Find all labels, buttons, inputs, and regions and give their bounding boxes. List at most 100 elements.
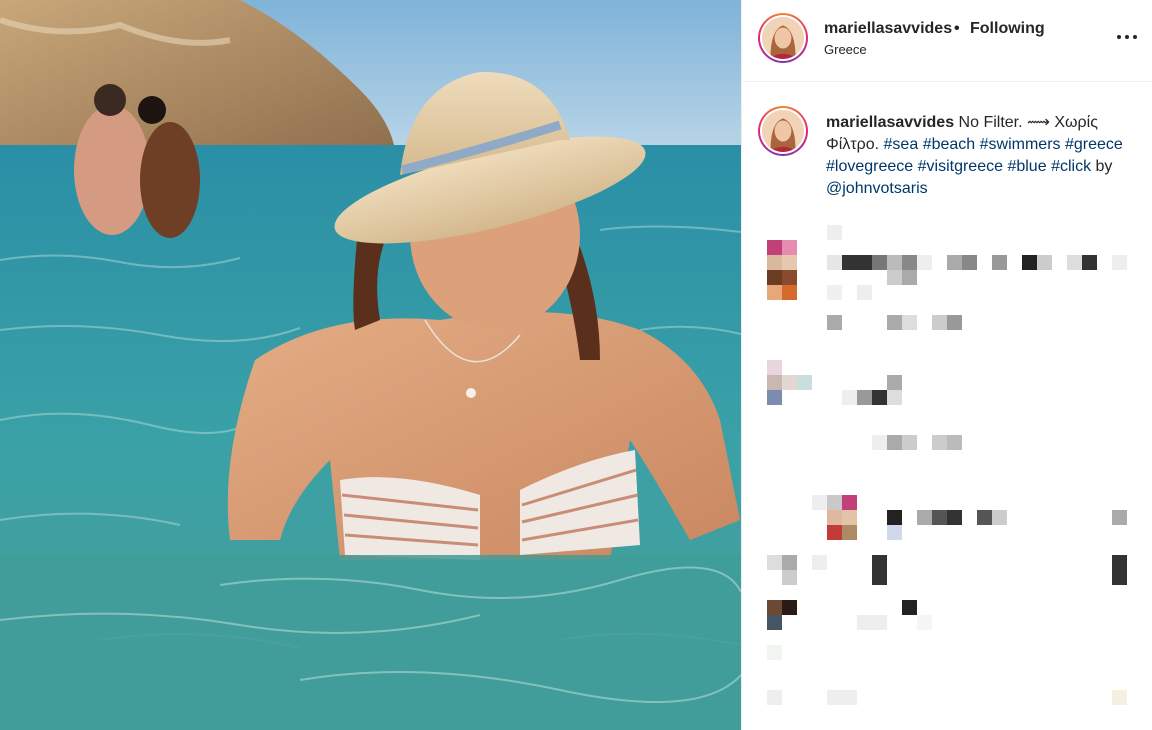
pixel-block (767, 270, 782, 285)
pixel-block (782, 570, 797, 585)
pixel-block (827, 690, 842, 705)
profile-photo-icon (762, 110, 804, 152)
pixel-block (872, 255, 887, 270)
pixel-block (947, 315, 962, 330)
location-link[interactable]: Greece (824, 42, 867, 57)
pixel-block (812, 495, 827, 510)
profile-photo-icon (762, 17, 804, 59)
pixel-block (767, 600, 782, 615)
caption-text: No Filter. (954, 114, 1027, 131)
post-side-panel: mariellasavvides • Following Greece mari… (741, 0, 1152, 730)
pixel-block (872, 390, 887, 405)
caption-by-text: by (1091, 158, 1113, 175)
hashtag-visitgreece[interactable]: #visitgreece (918, 158, 1003, 175)
pixel-block (1022, 255, 1037, 270)
pixel-block (872, 570, 887, 585)
pixel-block (767, 690, 782, 705)
pixel-block (932, 510, 947, 525)
pixel-block (767, 240, 782, 255)
hashtag-sea[interactable]: #sea (884, 136, 919, 153)
pixel-block (917, 255, 932, 270)
pixel-block (767, 375, 782, 390)
pixel-block (947, 435, 962, 450)
pixel-block (812, 555, 827, 570)
pixel-block (947, 255, 962, 270)
pixel-block (827, 315, 842, 330)
pixel-block (1112, 255, 1127, 270)
pixel-block (902, 255, 917, 270)
pixel-block (872, 615, 887, 630)
pixel-block (932, 435, 947, 450)
pixel-block (827, 255, 842, 270)
pixel-block (902, 435, 917, 450)
pixel-block (917, 615, 932, 630)
pixel-block (947, 510, 962, 525)
pixel-block (767, 390, 782, 405)
pixel-block (992, 255, 1007, 270)
pixel-block (977, 510, 992, 525)
pixel-block (887, 525, 902, 540)
pixel-block (887, 315, 902, 330)
pixel-block (827, 285, 842, 300)
pixel-block (857, 285, 872, 300)
pixel-block (767, 615, 782, 630)
caption-username-link[interactable]: mariellasavvides (826, 114, 954, 131)
more-options-icon[interactable] (1114, 24, 1140, 50)
pixel-block (767, 360, 782, 375)
hashtag-beach[interactable]: #beach (923, 136, 976, 153)
pixel-block (767, 255, 782, 270)
pixel-block (827, 510, 842, 525)
post-header: mariellasavvides • Following Greece (742, 0, 1152, 82)
clover-emoji-icon: ⟿ (1027, 114, 1050, 131)
pixel-block (1112, 570, 1127, 585)
pixel-block (902, 600, 917, 615)
pixel-block (887, 270, 902, 285)
pixel-block (842, 390, 857, 405)
hashtag-swimmers[interactable]: #swimmers (980, 136, 1061, 153)
post-caption: mariellasavvides No Filter. ⟿ Χωρίς Φίλτ… (826, 112, 1126, 200)
pixel-block (902, 270, 917, 285)
pixel-block (857, 255, 872, 270)
pixel-block (782, 255, 797, 270)
username-link[interactable]: mariellasavvides (824, 20, 952, 38)
pixel-block (1037, 255, 1052, 270)
pixel-block (827, 495, 842, 510)
pixel-block (782, 285, 797, 300)
pixel-block (872, 435, 887, 450)
pixel-block (782, 375, 797, 390)
pixel-block (842, 510, 857, 525)
mention-link[interactable]: @johnvotsaris (826, 180, 928, 197)
pixel-block (842, 495, 857, 510)
hashtag-greece[interactable]: #greece (1065, 136, 1123, 153)
pixel-block (887, 390, 902, 405)
obscured-comments (742, 220, 1152, 730)
pixel-block (1112, 555, 1127, 570)
pixel-block (767, 285, 782, 300)
caption-avatar[interactable] (758, 106, 808, 156)
pixel-block (857, 390, 872, 405)
pixel-block (842, 690, 857, 705)
following-button[interactable]: Following (970, 20, 1045, 38)
pixel-block (782, 600, 797, 615)
pixel-block (782, 240, 797, 255)
pixel-block (992, 510, 1007, 525)
pixel-block (1082, 255, 1097, 270)
pixel-block (887, 375, 902, 390)
pixel-block (887, 510, 902, 525)
pixel-block (857, 615, 872, 630)
hashtag-lovegreece[interactable]: #lovegreece (826, 158, 913, 175)
pixel-block (842, 255, 857, 270)
post-photo[interactable] (0, 0, 741, 730)
hashtag-blue[interactable]: #blue (1007, 158, 1046, 175)
pixel-block (767, 645, 782, 660)
pixel-block (782, 555, 797, 570)
pixel-block (782, 270, 797, 285)
pixel-block (932, 315, 947, 330)
pixel-block (962, 255, 977, 270)
avatar[interactable] (758, 13, 808, 63)
pixel-block (1112, 690, 1127, 705)
hashtag-click[interactable]: #click (1051, 158, 1091, 175)
pixel-block (842, 525, 857, 540)
separator-dot: • (954, 20, 960, 37)
pixel-block (797, 375, 812, 390)
